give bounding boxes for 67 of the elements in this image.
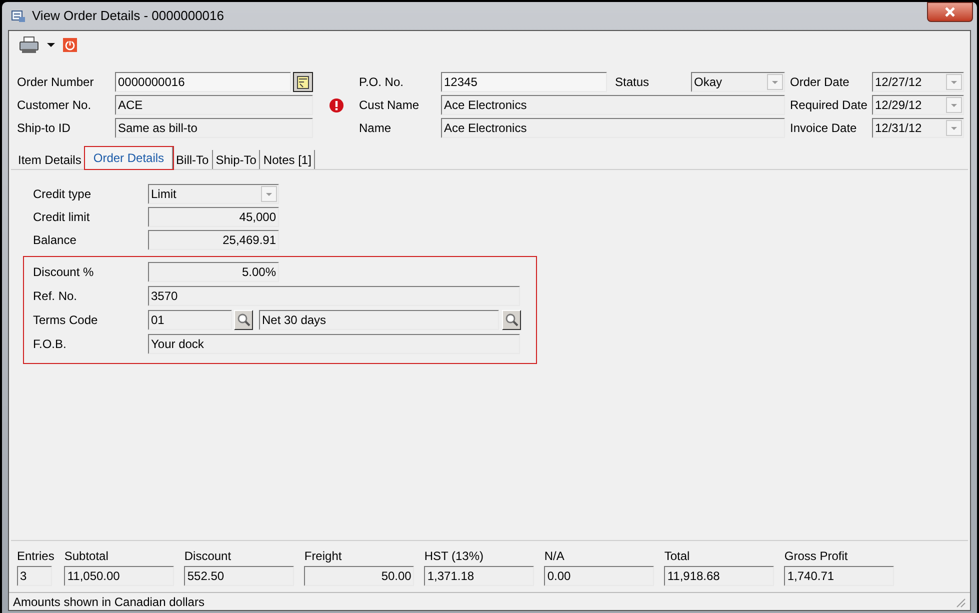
printer-icon[interactable]	[19, 36, 39, 54]
field-label: Freight	[304, 548, 343, 565]
field-label: Status	[614, 74, 650, 91]
field-label: Terms Code	[33, 312, 99, 329]
field-label: Gross Profit	[784, 548, 849, 565]
text-field[interactable]: Same as bill-to	[115, 118, 313, 138]
text-field[interactable]: 45,000	[148, 207, 279, 227]
field-label: Subtotal	[64, 548, 110, 565]
text-field[interactable]: ACE	[115, 95, 313, 115]
text-field[interactable]: 3	[17, 566, 52, 586]
dropdown[interactable]: Okay	[691, 72, 785, 92]
field-label: F.O.B.	[33, 336, 68, 353]
field-label: Credit limit	[33, 209, 91, 226]
field-label: Ship-to ID	[17, 120, 72, 137]
text-field[interactable]: 25,469.91	[148, 230, 279, 250]
text-field[interactable]: 11,918.68	[664, 566, 774, 586]
field-label: Order Number	[17, 74, 95, 91]
search-button[interactable]	[502, 310, 521, 330]
dropdown[interactable]: 12/29/12	[872, 95, 964, 115]
field-label: Name	[359, 120, 392, 137]
tab[interactable]: Order Details	[85, 147, 174, 169]
search-button[interactable]	[234, 310, 253, 330]
text-field[interactable]: 3570	[148, 286, 520, 306]
field-label: Invoice Date	[789, 120, 858, 137]
field-label: N/A	[544, 548, 566, 565]
text-field[interactable]: Ace Electronics	[441, 118, 785, 138]
close-button[interactable]	[927, 2, 973, 22]
text-field[interactable]: 11,050.00	[64, 566, 174, 586]
status-text: Amounts shown in Canadian dollars	[13, 594, 206, 610]
resize-grip-icon[interactable]	[954, 596, 966, 608]
caret-icon[interactable]	[47, 42, 55, 48]
field-label: Order Date	[789, 74, 850, 91]
field-label: Customer No.	[17, 97, 92, 114]
text-field[interactable]: 552.50	[184, 566, 294, 586]
calendar-button[interactable]	[293, 72, 313, 92]
window-title: View Order Details - 0000000016	[32, 7, 224, 26]
text-field[interactable]: 0.00	[544, 566, 654, 586]
text-field[interactable]: 12345	[441, 72, 607, 92]
field-label: Balance	[33, 232, 78, 249]
field-label: P.O. No.	[359, 74, 404, 91]
text-field[interactable]: 5.00%	[148, 262, 279, 282]
field-label: Discount %	[33, 264, 95, 281]
field-label: Total	[664, 548, 691, 565]
dropdown[interactable]: Limit	[148, 184, 279, 204]
field-label: HST (13%)	[424, 548, 484, 565]
app-icon	[10, 8, 26, 24]
dropdown[interactable]: 12/27/12	[872, 72, 964, 92]
text-field[interactable]: 0000000016	[115, 72, 291, 92]
power-icon[interactable]	[63, 38, 77, 52]
magnifier-icon	[504, 313, 518, 327]
calendar-icon	[297, 76, 309, 88]
field-label: Credit type	[33, 186, 92, 203]
text-field[interactable]: 50.00	[304, 566, 414, 586]
text-field[interactable]: Ace Electronics	[441, 95, 785, 115]
field-label: Entries	[17, 548, 54, 565]
text-field[interactable]: 1,740.71	[784, 566, 894, 586]
field-label: Required Date	[789, 97, 868, 114]
field-label: Ref. No.	[33, 288, 78, 305]
dropdown[interactable]: 12/31/12	[872, 118, 964, 138]
close-icon	[944, 7, 956, 17]
text-field[interactable]: 01	[148, 310, 232, 330]
text-field[interactable]: Net 30 days	[259, 310, 499, 330]
text-field[interactable]: Your dock	[148, 334, 520, 354]
magnifier-icon	[236, 313, 250, 327]
field-label: Discount	[184, 548, 232, 565]
text-field[interactable]: 1,371.18	[424, 566, 534, 586]
field-label: Cust Name	[359, 97, 420, 114]
